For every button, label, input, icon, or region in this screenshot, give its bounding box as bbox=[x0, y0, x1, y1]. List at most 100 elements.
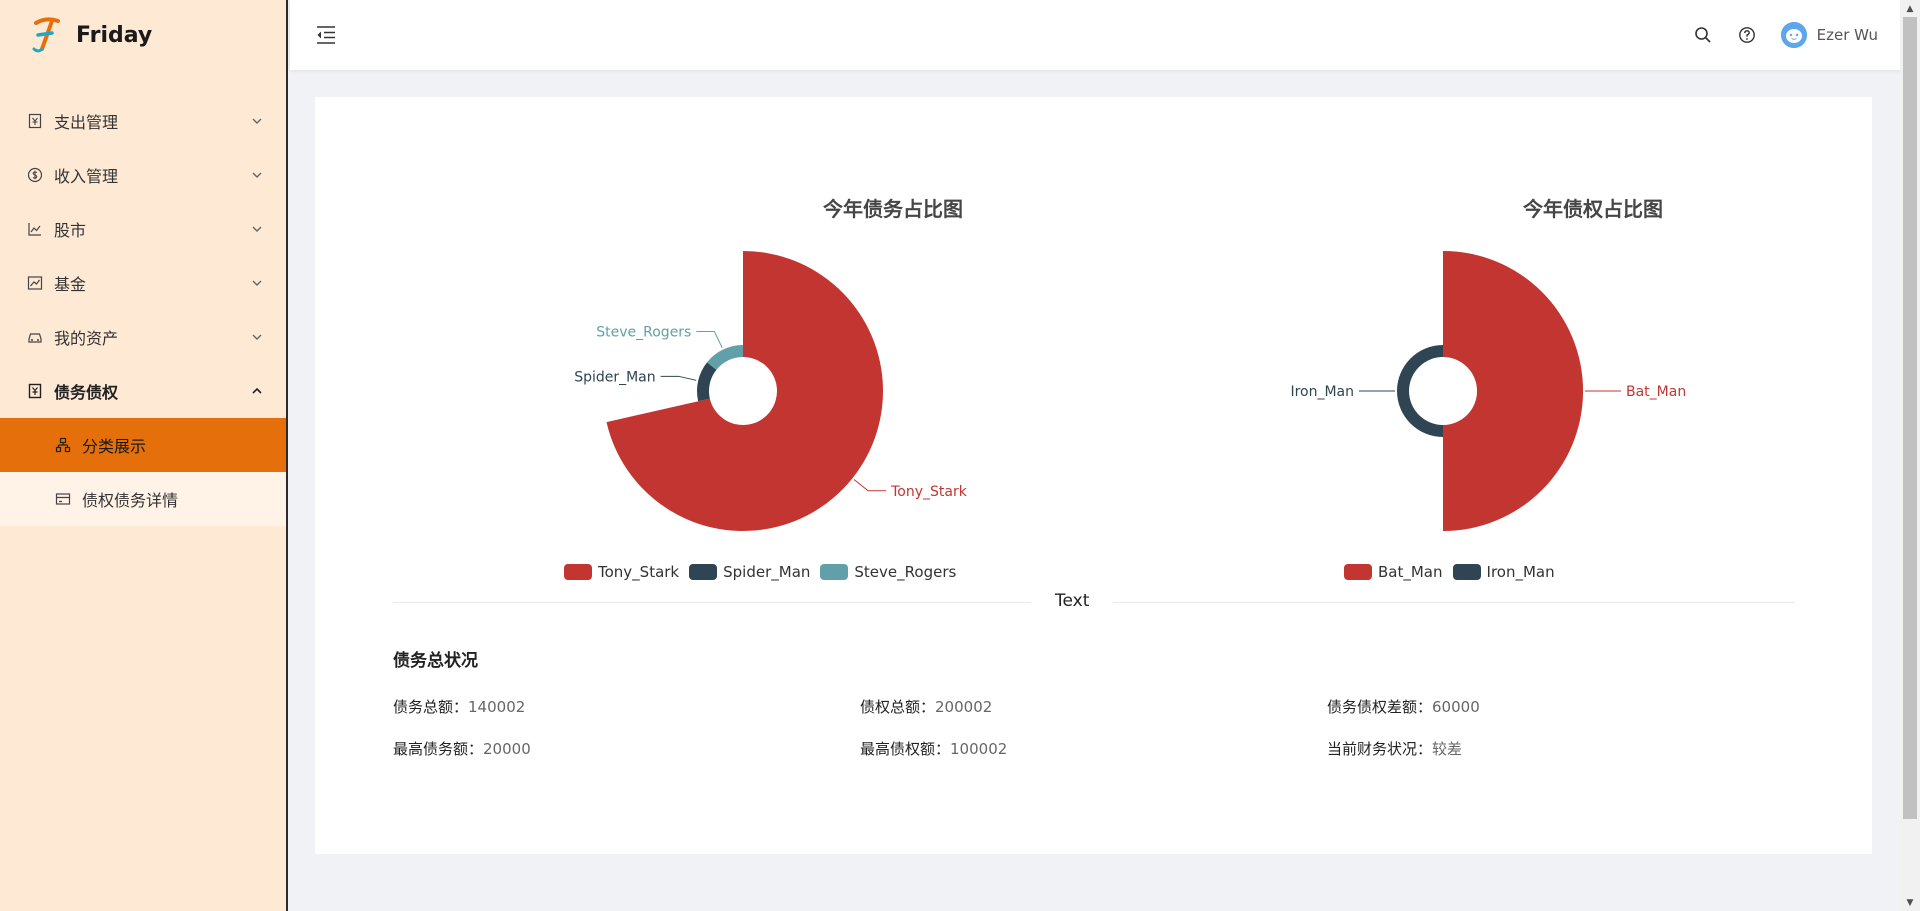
summary-value: 20000 bbox=[483, 740, 531, 758]
pie-label: Spider_Man bbox=[574, 369, 655, 385]
summary-financial-status: 当前财务状况：较差 bbox=[1327, 738, 1462, 759]
search-icon[interactable] bbox=[1693, 25, 1713, 45]
sidebar-subitem-detail[interactable]: 债权债务详情 bbox=[0, 472, 286, 526]
legend-label: Bat_Man bbox=[1378, 563, 1443, 581]
summary-difference: 债务债权差额：60000 bbox=[1327, 696, 1480, 717]
sidebar-item-label: 股市 bbox=[54, 221, 87, 240]
chart-legend-debt: Tony_Stark Spider_Man Steve_Rogers bbox=[564, 563, 966, 581]
sidebar-item-debt[interactable]: 债务债权 bbox=[0, 364, 286, 418]
content-card: Tony_Stark Spider_Man Steve_Rogers Bat_Man I… bbox=[315, 97, 1872, 854]
summary-title: 债务总状况 bbox=[393, 651, 478, 671]
chevron-down-icon bbox=[250, 276, 264, 290]
summary-max-credit: 最高债权额：100002 bbox=[860, 738, 1007, 759]
pie-slice-bat-man[interactable] bbox=[1442, 250, 1584, 531]
dollar-circle-icon bbox=[26, 166, 44, 184]
page-scrollbar[interactable]: ▲ ▼ bbox=[1900, 0, 1920, 911]
summary-value: 100002 bbox=[950, 740, 1008, 758]
line-chart-icon bbox=[26, 220, 44, 238]
summary-value: 200002 bbox=[935, 698, 993, 716]
divider-text: Text bbox=[1031, 591, 1114, 611]
summary-total-debt: 债务总额：140002 bbox=[393, 696, 525, 717]
sidebar-item-expense[interactable]: 支出管理 bbox=[0, 94, 286, 148]
summary-label: 当前财务状况： bbox=[1327, 740, 1433, 758]
pie-label: Iron_Man bbox=[1290, 384, 1354, 400]
legend-swatch bbox=[564, 564, 592, 580]
sidebar-item-label: 基金 bbox=[54, 275, 87, 294]
legend-label: Iron_Man bbox=[1486, 563, 1555, 581]
legend-item[interactable]: Spider_Man bbox=[689, 563, 810, 581]
pie-slice-spider-man[interactable] bbox=[697, 362, 717, 402]
legend-swatch bbox=[689, 564, 718, 580]
legend-swatch bbox=[1344, 564, 1372, 580]
scroll-down-arrow-icon[interactable]: ▼ bbox=[1900, 894, 1920, 911]
label-line bbox=[853, 479, 887, 492]
username[interactable]: Ezer Wu bbox=[1817, 26, 1878, 44]
sidebar-item-label: 收入管理 bbox=[54, 167, 119, 186]
chevron-down-icon bbox=[250, 168, 264, 182]
legend-item[interactable]: Steve_Rogers bbox=[820, 563, 956, 581]
avatar[interactable] bbox=[1780, 22, 1807, 48]
legend-item[interactable]: Tony_Stark bbox=[564, 563, 679, 581]
sidebar-subitem-label: 债权债务详情 bbox=[82, 491, 179, 510]
receipt-icon bbox=[26, 112, 44, 130]
pie-slice-iron-man[interactable] bbox=[1397, 345, 1443, 437]
app-name: Friday bbox=[76, 22, 153, 48]
summary-label: 最高债权额： bbox=[860, 740, 951, 758]
car-icon bbox=[26, 328, 44, 346]
label-line bbox=[696, 331, 723, 348]
sidebar-menu: 支出管理 收入管理 股市 基金 我的资产 债务债权 分类展示 债权债务详情 bbox=[0, 94, 286, 526]
chevron-down-icon bbox=[250, 114, 264, 128]
pie-slice-steve-rogers[interactable] bbox=[707, 344, 743, 370]
sidebar-item-label: 债务债权 bbox=[54, 383, 119, 402]
pie-label: Steve_Rogers bbox=[596, 325, 691, 341]
sidebar-item-label: 支出管理 bbox=[54, 113, 119, 132]
sidebar-subitem-category[interactable]: 分类展示 bbox=[0, 418, 286, 472]
summary-label: 债权总额： bbox=[860, 698, 936, 716]
legend-swatch bbox=[1452, 564, 1481, 580]
summary-label: 债务总额： bbox=[393, 698, 469, 716]
sidebar-item-label: 我的资产 bbox=[54, 329, 119, 348]
sidebar: Friday 支出管理 收入管理 股市 基金 我的资产 债务债权 分类展示 债权… bbox=[0, 0, 288, 911]
legend-item[interactable]: Iron_Man bbox=[1452, 563, 1555, 581]
logo[interactable]: Friday bbox=[0, 0, 286, 70]
summary-label: 最高债务额： bbox=[393, 740, 484, 758]
area-chart-icon bbox=[26, 274, 44, 292]
legend-label: Spider_Man bbox=[723, 563, 811, 581]
chart-title-debt: 今年债务占比图 bbox=[823, 197, 963, 221]
header-actions: Ezer Wu bbox=[1669, 22, 1878, 48]
pie-label: Bat_Man bbox=[1626, 384, 1686, 400]
sidebar-item-stock[interactable]: 股市 bbox=[0, 202, 286, 256]
chart-title-credit: 今年债权占比图 bbox=[1523, 197, 1663, 221]
menu-fold-icon[interactable] bbox=[314, 23, 338, 47]
chevron-down-icon bbox=[250, 222, 264, 236]
friday-logo-icon bbox=[32, 17, 60, 53]
sidebar-item-assets[interactable]: 我的资产 bbox=[0, 310, 286, 364]
sidebar-subitem-label: 分类展示 bbox=[82, 437, 147, 456]
chart-legend-credit: Bat_Man Iron_Man bbox=[1344, 563, 1565, 581]
scrollbar-thumb[interactable] bbox=[1903, 17, 1917, 819]
sidebar-item-income[interactable]: 收入管理 bbox=[0, 148, 286, 202]
pie-slice-tony-stark[interactable] bbox=[606, 251, 883, 531]
summary-label: 债务债权差额： bbox=[1327, 698, 1433, 716]
summary-value: 140002 bbox=[468, 698, 526, 716]
debt-submenu: 分类展示 债权债务详情 bbox=[0, 418, 286, 526]
scroll-up-arrow-icon[interactable]: ▲ bbox=[1900, 0, 1920, 17]
top-header: Ezer Wu bbox=[290, 0, 1900, 70]
pie-label: Tony_Stark bbox=[890, 484, 968, 500]
credit-card-icon bbox=[54, 490, 72, 508]
summary-value: 较差 bbox=[1432, 740, 1463, 758]
chevron-up-icon bbox=[250, 384, 264, 398]
label-line bbox=[660, 375, 697, 381]
sidebar-item-fund[interactable]: 基金 bbox=[0, 256, 286, 310]
summary-max-debt: 最高债务额：20000 bbox=[393, 738, 531, 759]
summary-value: 60000 bbox=[1432, 698, 1480, 716]
legend-label: Steve_Rogers bbox=[854, 563, 957, 581]
summary-total-credit: 债权总额：200002 bbox=[860, 696, 992, 717]
legend-item[interactable]: Bat_Man bbox=[1344, 563, 1443, 581]
chevron-down-icon bbox=[250, 330, 264, 344]
help-icon[interactable] bbox=[1737, 25, 1757, 45]
legend-label: Tony_Stark bbox=[598, 563, 680, 581]
cluster-icon bbox=[54, 436, 72, 454]
legend-swatch bbox=[820, 564, 849, 580]
account-book-icon bbox=[26, 382, 44, 400]
